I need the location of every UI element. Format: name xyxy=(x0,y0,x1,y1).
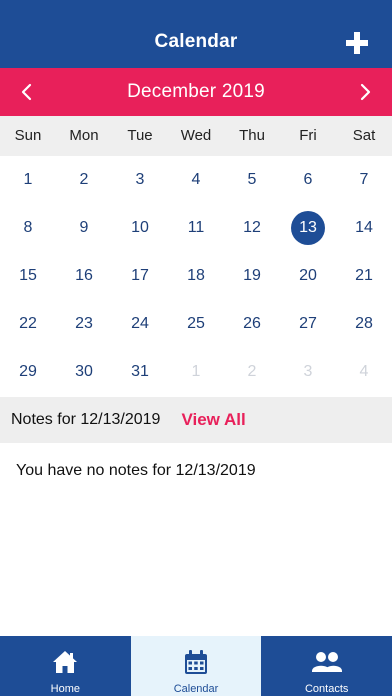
calendar-day-next-month[interactable]: 3 xyxy=(280,348,336,396)
home-icon xyxy=(53,651,78,673)
weekday-label: Wed xyxy=(180,127,212,144)
view-all-link[interactable]: View All xyxy=(181,410,245,430)
week-row: 15 16 17 18 19 20 21 xyxy=(0,252,392,300)
calendar-day[interactable]: 16 xyxy=(56,252,112,300)
bottom-tab-bar: Home Calendar Contacts xyxy=(0,636,392,696)
weekday-label: Thu xyxy=(239,127,265,144)
notes-header: Notes for 12/13/2019 View All xyxy=(0,397,392,443)
app-header: Calendar xyxy=(0,0,392,68)
calendar-day[interactable]: 18 xyxy=(168,252,224,300)
calendar-day[interactable]: 25 xyxy=(168,300,224,348)
month-label: December 2019 xyxy=(127,81,265,102)
weekday-label: Sun xyxy=(14,127,42,144)
tab-label: Contacts xyxy=(304,683,349,695)
calendar-day[interactable]: 12 xyxy=(224,204,280,252)
calendar-day[interactable]: 14 xyxy=(336,204,392,252)
contacts-icon xyxy=(311,652,342,672)
calendar-day[interactable]: 8 xyxy=(0,204,56,252)
plus-icon xyxy=(346,32,368,54)
week-row: 29 30 31 1 2 3 4 xyxy=(0,348,392,396)
calendar-day[interactable]: 29 xyxy=(0,348,56,396)
calendar-day-next-month[interactable]: 2 xyxy=(224,348,280,396)
week-row: 22 23 24 25 26 27 28 xyxy=(0,300,392,348)
tab-label: Home xyxy=(50,683,80,695)
calendar-grid: 1 2 3 4 5 6 7 8 9 10 11 12 13 14 15 16 1… xyxy=(0,156,392,396)
calendar-day[interactable]: 10 xyxy=(112,204,168,252)
calendar-icon xyxy=(185,650,207,674)
calendar-day[interactable]: 2 xyxy=(56,156,112,204)
notes-title: Notes for 12/13/2019 xyxy=(11,411,161,428)
weekday-header: Sun Mon Tue Wed Thu Fri Sat xyxy=(0,116,392,156)
calendar-day[interactable]: 17 xyxy=(112,252,168,300)
calendar-day[interactable]: 1 xyxy=(0,156,56,204)
weekday-label: Fri xyxy=(299,127,317,144)
calendar-day[interactable]: 20 xyxy=(280,252,336,300)
month-navigation: December 2019 xyxy=(0,68,392,116)
weekday-label: Sat xyxy=(352,127,376,144)
calendar-day[interactable]: 5 xyxy=(224,156,280,204)
tab-calendar[interactable]: Calendar xyxy=(130,636,262,696)
calendar-day[interactable]: 24 xyxy=(112,300,168,348)
chevron-right-icon xyxy=(360,83,371,101)
tab-home[interactable]: Home xyxy=(0,636,131,696)
calendar-day[interactable]: 26 xyxy=(224,300,280,348)
calendar-day[interactable]: 11 xyxy=(168,204,224,252)
calendar-day-next-month[interactable]: 1 xyxy=(168,348,224,396)
calendar-day[interactable]: 7 xyxy=(336,156,392,204)
calendar-day[interactable]: 30 xyxy=(56,348,112,396)
tab-contacts[interactable]: Contacts xyxy=(261,636,392,696)
add-button[interactable] xyxy=(344,30,370,56)
calendar-day[interactable]: 21 xyxy=(336,252,392,300)
calendar-day[interactable]: 9 xyxy=(56,204,112,252)
empty-notes-message: You have no notes for 12/13/2019 xyxy=(16,462,256,479)
page-title: Calendar xyxy=(154,31,238,52)
weekday-label: Mon xyxy=(69,127,99,144)
calendar-day[interactable]: 31 xyxy=(112,348,168,396)
week-row: 1 2 3 4 5 6 7 xyxy=(0,156,392,204)
calendar-day-selected[interactable]: 13 xyxy=(280,204,336,252)
weekday-label: Tue xyxy=(127,127,153,144)
calendar-day[interactable]: 27 xyxy=(280,300,336,348)
calendar-day[interactable]: 28 xyxy=(336,300,392,348)
calendar-day[interactable]: 15 xyxy=(0,252,56,300)
calendar-day-next-month[interactable]: 4 xyxy=(336,348,392,396)
week-row: 8 9 10 11 12 13 14 xyxy=(0,204,392,252)
calendar-day[interactable]: 4 xyxy=(168,156,224,204)
calendar-day[interactable]: 19 xyxy=(224,252,280,300)
tab-label: Calendar xyxy=(173,683,219,695)
calendar-day[interactable]: 3 xyxy=(112,156,168,204)
calendar-day[interactable]: 6 xyxy=(280,156,336,204)
calendar-day[interactable]: 23 xyxy=(56,300,112,348)
calendar-day[interactable]: 22 xyxy=(0,300,56,348)
next-month-button[interactable] xyxy=(354,81,376,103)
